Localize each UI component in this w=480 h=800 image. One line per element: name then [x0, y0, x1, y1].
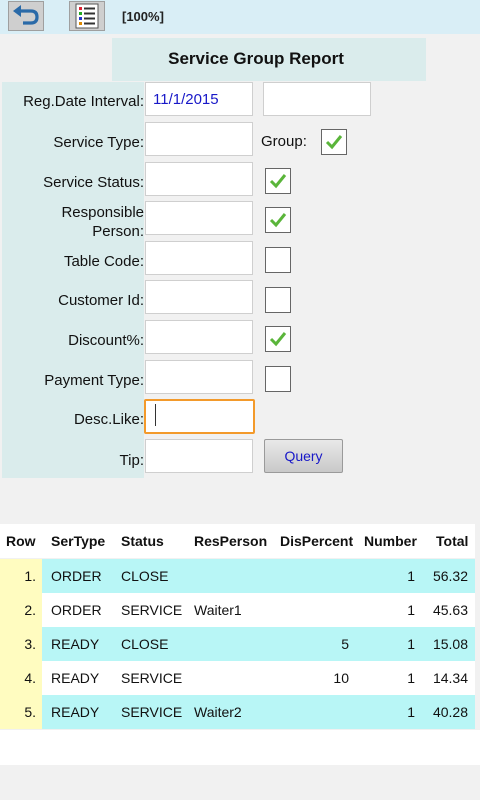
- undo-arrow-icon: [13, 5, 39, 25]
- group-label: Group:: [261, 133, 307, 150]
- discount-input[interactable]: [145, 320, 253, 354]
- responsible-person-label-line1: Responsible: [61, 204, 144, 221]
- cell-sertype: ORDER: [51, 568, 102, 584]
- service-type-label: Service Type:: [53, 134, 144, 151]
- cell-status: SERVICE: [121, 704, 183, 720]
- reg-date-to-input[interactable]: [263, 82, 371, 116]
- cell-dispercent: [289, 695, 349, 729]
- group-checkbox[interactable]: [321, 129, 347, 155]
- table-row[interactable]: 1. ORDER CLOSE 1 56.32: [0, 559, 475, 593]
- desc-like-label: Desc.Like:: [73, 411, 144, 428]
- checkmark-icon: [269, 174, 287, 189]
- cell-status: CLOSE: [121, 568, 169, 584]
- service-status-label: Service Status:: [43, 174, 144, 191]
- cell-number: 1: [407, 568, 415, 584]
- table-code-checkbox[interactable]: [265, 247, 291, 273]
- cell-row: 5.: [0, 695, 42, 729]
- cell-number: 1: [407, 636, 415, 652]
- responsible-person-checkbox[interactable]: [265, 207, 291, 233]
- tip-label: Tip:: [119, 452, 144, 469]
- cell-resperson: Waiter1: [194, 602, 242, 618]
- discount-checkbox[interactable]: [265, 326, 291, 352]
- cell-number: 1: [407, 602, 415, 618]
- header-sertype: SerType: [51, 533, 106, 549]
- cell-status: SERVICE: [121, 602, 183, 618]
- report-list-icon: [75, 3, 99, 29]
- back-button[interactable]: [8, 1, 44, 31]
- page-title: Service Group Report: [168, 49, 344, 68]
- cell-status: SERVICE: [121, 670, 183, 686]
- header-total: Total: [436, 533, 469, 549]
- report-button[interactable]: [69, 1, 105, 31]
- query-button[interactable]: Query: [264, 439, 343, 473]
- cell-total: 15.08: [432, 636, 468, 652]
- cell-sertype: ORDER: [51, 602, 102, 618]
- tip-input[interactable]: [145, 439, 253, 473]
- table-row[interactable]: 2. ORDER SERVICE Waiter1 1 45.63: [0, 593, 475, 627]
- service-status-input[interactable]: [145, 162, 253, 196]
- toolbar: [100%]: [0, 0, 480, 34]
- table-footer-space: [0, 730, 480, 765]
- checkmark-icon: [269, 332, 287, 347]
- header-number: Number: [364, 533, 417, 549]
- responsible-person-input[interactable]: [145, 201, 253, 235]
- cell-dispercent: 10: [333, 670, 349, 686]
- table-row[interactable]: 4. READY SERVICE 10 1 14.34: [0, 661, 475, 695]
- responsible-person-label-line2: Person:: [92, 223, 144, 240]
- customer-id-label: Customer Id:: [58, 292, 144, 309]
- cell-sertype: READY: [51, 636, 100, 652]
- reg-date-label: Reg.Date Interval:: [23, 93, 144, 110]
- discount-label: Discount%:: [68, 332, 144, 349]
- cell-dispercent: 5: [341, 636, 349, 652]
- table-row[interactable]: 5. READY SERVICE Waiter2 1 40.28: [0, 695, 475, 729]
- header-resperson: ResPerson: [194, 533, 268, 549]
- cell-dispercent: [289, 559, 349, 593]
- table-row[interactable]: 3. READY CLOSE 5 1 15.08: [0, 627, 475, 661]
- cell-row: 1.: [0, 559, 42, 593]
- header-row: Row: [6, 533, 36, 549]
- cell-sertype: READY: [51, 704, 100, 720]
- service-status-checkbox[interactable]: [265, 168, 291, 194]
- cell-total: 14.34: [432, 670, 468, 686]
- cell-status: CLOSE: [121, 636, 169, 652]
- checkmark-icon: [269, 213, 287, 228]
- customer-id-input[interactable]: [145, 280, 253, 314]
- header-dispercent: DisPercent: [280, 533, 354, 549]
- table-header-row: Row SerType Status ResPerson DisPercent …: [0, 524, 475, 558]
- cell-number: 1: [407, 704, 415, 720]
- cell-total: 45.63: [432, 602, 468, 618]
- text-caret: [155, 404, 156, 426]
- table-code-input[interactable]: [145, 241, 253, 275]
- cell-resperson: Waiter2: [194, 704, 242, 720]
- service-type-input[interactable]: [145, 122, 253, 156]
- cell-row: 2.: [0, 593, 42, 627]
- payment-type-input[interactable]: [145, 360, 253, 394]
- header-status: Status: [121, 533, 164, 549]
- cell-total: 56.32: [432, 568, 468, 584]
- cell-dispercent: [289, 593, 349, 627]
- payment-type-checkbox[interactable]: [265, 366, 291, 392]
- table-code-label: Table Code:: [63, 253, 144, 270]
- payment-type-label: Payment Type:: [44, 372, 144, 389]
- cell-total: 40.28: [432, 704, 468, 720]
- reg-date-from-input[interactable]: 11/1/2015: [145, 82, 253, 116]
- desc-like-input[interactable]: [144, 399, 255, 434]
- cell-row: 4.: [0, 661, 42, 695]
- cell-sertype: READY: [51, 670, 100, 686]
- cell-row: 3.: [0, 627, 42, 661]
- zoom-level: [100%]: [122, 9, 164, 24]
- customer-id-checkbox[interactable]: [265, 287, 291, 313]
- cell-number: 1: [407, 670, 415, 686]
- checkmark-icon: [325, 135, 343, 150]
